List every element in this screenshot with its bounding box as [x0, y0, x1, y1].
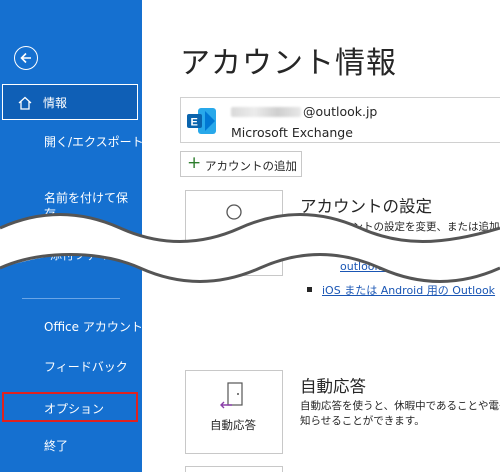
person-gear-icon	[226, 204, 242, 220]
nav-item-office-account-label: Office アカウント	[44, 320, 143, 334]
nav-item-options[interactable]: オプション	[2, 392, 138, 422]
account-settings-bullet-mobile: iOS または Android 用の Outlook	[307, 282, 495, 298]
nav-item-options-label: オプション	[44, 402, 105, 416]
nav-item-open-export-label: 開く/エクスポート	[44, 135, 144, 149]
auto-reply-desc-line2: 知らせることができます。	[300, 415, 425, 427]
arrow-left-icon	[20, 52, 31, 64]
nav-item-save-as-label: 名前を付けて保存	[44, 191, 129, 221]
redacted-text	[231, 107, 301, 117]
add-account-button[interactable]: + アカウントの追加	[180, 151, 302, 177]
nav-item-feedback[interactable]: フィードバック	[0, 358, 142, 378]
account-settings-bullet-web: このアカウントに Web のアクセス	[307, 240, 495, 256]
sidebar-divider	[22, 298, 120, 299]
mobile-app-link[interactable]: iOS または Android 用の Outlook	[322, 284, 495, 297]
nav-item-info-label: 情報	[43, 96, 68, 110]
plus-icon: +	[187, 153, 202, 173]
auto-reply-tile-label: 自動応答	[210, 418, 256, 432]
door-arrow-icon	[220, 382, 243, 409]
nav-item-exit[interactable]: 終了	[0, 437, 142, 457]
outlook-web-link[interactable]: outlook.live.com/ow	[340, 260, 450, 273]
auto-reply-tile[interactable]: 自動応答	[185, 370, 283, 454]
add-account-label: アカウントの追加	[205, 159, 297, 173]
exchange-logo-icon: E	[187, 108, 216, 134]
home-icon	[18, 96, 32, 110]
account-email: @outlook.jp	[231, 104, 377, 119]
nav-item-office-account[interactable]: Office アカウント	[0, 318, 143, 338]
nav-item-feedback-label: フィードバック	[44, 360, 128, 374]
account-settings-tile[interactable]: アカ 設定	[185, 190, 283, 276]
nav-item-save-attachments-label: 添付ファイルの保	[50, 248, 147, 262]
backstage-sidebar: 情報 開く/エクスポート 名前を付けて保存 添付ファイルの保 Office アカ…	[0, 0, 146, 472]
account-type: Microsoft Exchange	[231, 125, 353, 140]
svg-text:E: E	[191, 117, 198, 129]
nav-item-info[interactable]: 情報	[2, 84, 138, 120]
nav-item-open-export[interactable]: 開く/エクスポート	[0, 133, 144, 153]
bottom-tile-edge	[185, 466, 283, 472]
auto-reply-desc-line1: 自動応答を使うと、休暇中であることや電子	[300, 400, 500, 412]
nav-item-exit-label: 終了	[44, 439, 69, 453]
nav-item-save-attachments[interactable]: 添付ファイルの保	[0, 246, 146, 266]
page-title: アカウント情報	[180, 46, 397, 81]
back-button[interactable]	[14, 46, 38, 70]
account-settings-desc: このアカウントの設定を変更、または追加の	[300, 221, 500, 233]
nav-item-save-as[interactable]: 名前を付けて保存	[0, 190, 142, 226]
account-settings-title: アカウントの設定	[300, 197, 432, 216]
account-selector[interactable]: E @outlook.jp Microsoft Exchange	[180, 97, 500, 143]
auto-reply-title: 自動応答	[300, 377, 366, 396]
account-settings-tile-label: 設定	[216, 250, 239, 264]
